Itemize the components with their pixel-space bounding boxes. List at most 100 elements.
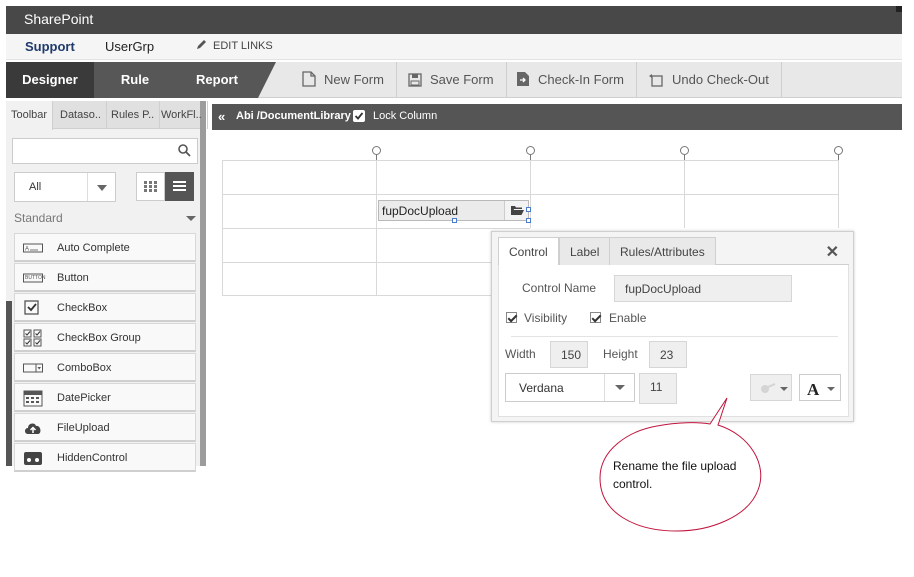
grid-cell[interactable] — [530, 160, 684, 194]
chevron-down-icon[interactable] — [87, 173, 115, 201]
nav-link-usergrp[interactable]: UserGrp — [105, 39, 154, 54]
column-resize-handle[interactable] — [834, 146, 843, 155]
enable-label: Enable — [609, 311, 647, 325]
sidebar-tabs: Toolbar Dataso.. Rules P.. WorkFl.. — [6, 101, 208, 130]
tool-button[interactable]: BUTTON Button — [14, 263, 196, 292]
check-in-icon — [517, 72, 529, 86]
autocomplete-icon: A — [23, 243, 43, 253]
grid-cell[interactable] — [222, 262, 376, 296]
ribbon-toolbar: Designer Rule Report New Form Save Form … — [6, 62, 902, 98]
edit-links[interactable]: EDIT LINKS — [196, 39, 273, 52]
collapse-chevron-icon[interactable]: « — [218, 109, 225, 124]
undo-check-out-label: Undo Check-Out — [672, 72, 769, 87]
toolbox-filter-select[interactable]: All — [14, 172, 116, 202]
new-form-button[interactable]: New Form — [290, 62, 397, 98]
file-upload-control-name: fupDocUpload — [382, 204, 459, 218]
tab-report[interactable]: Report — [176, 62, 258, 98]
tool-label: CheckBox — [57, 302, 108, 314]
tool-fileupload[interactable]: FileUpload — [14, 413, 196, 442]
grid-icon — [144, 181, 157, 192]
tab-label[interactable]: Label — [559, 237, 611, 265]
tool-combobox[interactable]: ComboBox — [14, 353, 196, 382]
new-form-label: New Form — [324, 72, 384, 87]
grid-cell[interactable] — [684, 160, 839, 194]
tool-label: HiddenControl — [57, 452, 128, 464]
sidebar-tab-toolbar[interactable]: Toolbar — [6, 101, 54, 130]
enable-checkbox[interactable] — [590, 312, 601, 323]
edit-links-label: EDIT LINKS — [213, 40, 273, 52]
sidebar-collapse-edge[interactable] — [6, 301, 12, 466]
header-corner — [896, 6, 902, 12]
panel-tabs: Control Label Rules/Attributes — [498, 237, 849, 266]
tool-auto-complete[interactable]: A Auto Complete — [14, 233, 196, 262]
tool-checkbox-group[interactable]: CheckBox Group — [14, 323, 196, 352]
lock-column-checkbox[interactable] — [353, 110, 365, 122]
nav-link-support[interactable]: Support — [25, 39, 75, 54]
control-name-label: Control Name — [522, 281, 597, 295]
browse-button[interactable] — [504, 201, 528, 220]
app-header: SharePoint — [6, 6, 902, 34]
grid-cell[interactable] — [684, 194, 839, 228]
tool-hiddencontrol[interactable]: HiddenControl — [14, 443, 196, 472]
svg-text:A: A — [25, 247, 29, 253]
selection-handle[interactable] — [526, 218, 531, 223]
tool-label: FileUpload — [57, 422, 110, 434]
column-resize-handle[interactable] — [372, 146, 381, 155]
save-form-button[interactable]: Save Form — [396, 62, 507, 98]
grid-cell[interactable] — [222, 160, 376, 194]
tab-rule[interactable]: Rule — [94, 62, 176, 98]
column-resize-handle[interactable] — [680, 146, 689, 155]
divider — [511, 336, 838, 337]
tab-report-arrow — [258, 62, 276, 98]
selection-handle[interactable] — [452, 218, 457, 223]
check-icon — [354, 112, 364, 120]
width-input[interactable]: 150 — [550, 341, 588, 368]
control-properties-panel: Control Label Rules/Attributes ✕ Control… — [491, 231, 854, 422]
height-input[interactable]: 23 — [649, 341, 687, 368]
tab-designer[interactable]: Designer — [6, 62, 94, 98]
visibility-label: Visibility — [524, 311, 568, 325]
button-icon-text: BUTTON — [25, 275, 46, 281]
chevron-down-icon[interactable] — [186, 216, 196, 221]
sidebar-tab-datasource[interactable]: Dataso.. — [55, 101, 107, 129]
tool-checkbox[interactable]: CheckBox — [14, 293, 196, 322]
checkbox-icon — [24, 300, 39, 315]
list-view-button[interactable] — [165, 172, 194, 201]
grid-cell[interactable] — [222, 194, 376, 228]
sidebar-tab-rules[interactable]: Rules P.. — [106, 101, 161, 129]
toolbox-section-header[interactable]: Standard — [14, 211, 196, 225]
save-icon — [408, 73, 422, 87]
close-icon[interactable]: ✕ — [826, 242, 839, 262]
toolbox-search-input[interactable] — [12, 138, 198, 164]
visibility-checkbox[interactable] — [506, 312, 517, 323]
tab-rules-attributes[interactable]: Rules/Attributes — [609, 237, 716, 265]
lock-column-label: Lock Column — [373, 110, 438, 122]
tool-datepicker[interactable]: DatePicker — [14, 383, 196, 412]
grid-cell[interactable] — [376, 160, 530, 194]
library-path: Abi /DocumentLibrary — [236, 110, 351, 122]
section-title: Standard — [14, 211, 63, 225]
column-resize-handle[interactable] — [526, 146, 535, 155]
tool-label: DatePicker — [57, 392, 111, 404]
tool-label: Button — [57, 272, 89, 284]
cloud-upload-icon — [25, 423, 41, 434]
save-form-label: Save Form — [430, 72, 494, 87]
undo-check-out-button[interactable]: Undo Check-Out — [636, 62, 782, 98]
height-label: Height — [603, 347, 638, 361]
calendar-icon — [23, 390, 43, 407]
sidebar-tab-workflow[interactable]: WorkFl.. — [156, 101, 208, 129]
selection-handle[interactable] — [526, 207, 531, 212]
document-icon — [302, 71, 316, 87]
grid-cell[interactable] — [530, 194, 684, 228]
font-style-button[interactable]: A — [799, 374, 841, 401]
grid-cell[interactable] — [222, 228, 376, 262]
control-name-input[interactable]: fupDocUpload — [614, 275, 792, 302]
check-in-form-button[interactable]: Check-In Form — [504, 62, 637, 98]
grid-view-button[interactable] — [136, 172, 165, 201]
tab-control[interactable]: Control — [498, 237, 559, 266]
canvas-header: « Abi /DocumentLibrary Lock Column — [212, 104, 902, 130]
site-nav: Support UserGrp EDIT LINKS — [6, 34, 902, 60]
pencil-icon — [197, 40, 206, 49]
combobox-icon — [23, 363, 43, 373]
search-icon[interactable] — [178, 144, 191, 157]
